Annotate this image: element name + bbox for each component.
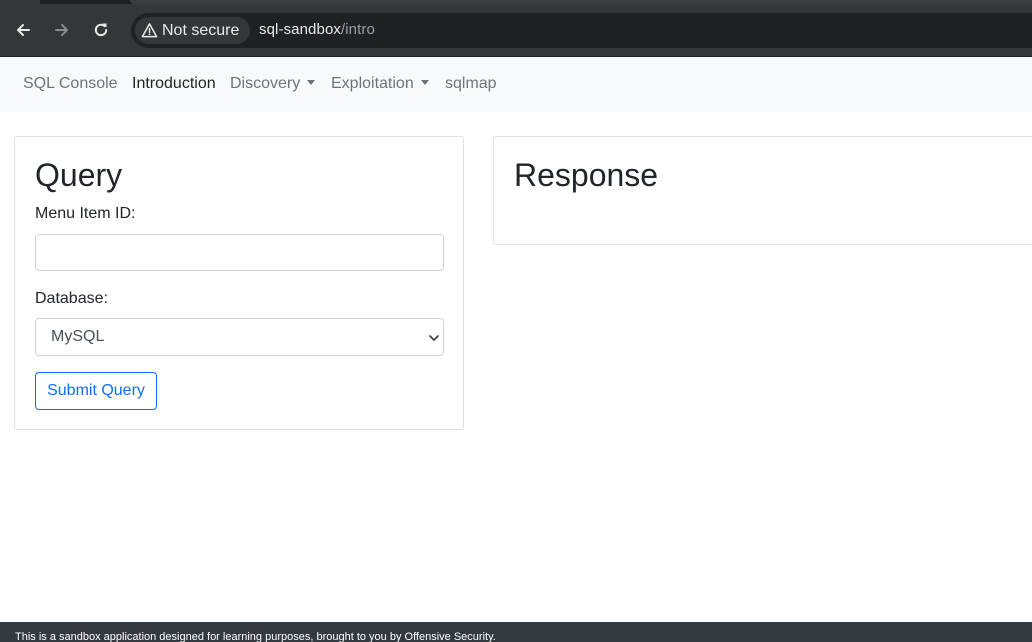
browser-toolbar: Not secure sql-sandbox/intro [0, 0, 1032, 57]
database-selected-value: MySQL [51, 328, 105, 345]
reload-button[interactable] [87, 16, 115, 44]
database-select[interactable]: MySQL [35, 318, 444, 356]
nav-item-label: Exploitation [331, 75, 414, 92]
url-text[interactable]: sql-sandbox/intro [259, 21, 375, 38]
query-card: Query Menu Item ID: Database: MySQL Subm… [14, 136, 464, 430]
forward-arrow-icon [55, 24, 68, 36]
security-status-label: Not secure [162, 21, 240, 39]
nav-item-sqlmap[interactable]: sqlmap [445, 75, 497, 93]
forward-button[interactable] [48, 16, 76, 44]
dropdown-caret-icon [420, 80, 429, 85]
chevron-down-icon [429, 335, 439, 341]
page-footer: This is a sandbox application designed f… [0, 622, 1032, 642]
nav-item-exploitation[interactable]: Exploitation [331, 75, 429, 93]
nav-item-label: Discovery [230, 75, 301, 92]
response-title: Response [514, 157, 659, 193]
warning-triangle-icon [141, 23, 158, 38]
active-tab[interactable] [0, 0, 40, 4]
footer-text: This is a sandbox application designed f… [15, 631, 496, 642]
nav-item-discovery[interactable]: Discovery [230, 75, 316, 93]
url-path: /intro [340, 21, 375, 38]
back-arrow-icon [17, 24, 30, 36]
back-button[interactable] [9, 16, 37, 44]
dropdown-caret-icon [307, 80, 316, 85]
site-info-chip[interactable]: Not secure [135, 17, 250, 44]
database-label: Database: [35, 290, 108, 307]
menu-item-id-label: Menu Item ID: [35, 205, 136, 222]
app-navbar: SQL Console Introduction Discovery Explo… [0, 57, 1032, 112]
query-title: Query [35, 157, 123, 193]
submit-query-button[interactable]: Submit Query [35, 372, 157, 410]
navbar-brand[interactable]: SQL Console [23, 75, 118, 93]
menu-item-id-input[interactable] [35, 234, 444, 271]
nav-item-introduction[interactable]: Introduction [132, 75, 216, 93]
tab-strip-edge [130, 0, 1032, 4]
response-card: Response [493, 136, 1032, 245]
reload-icon [94, 23, 108, 37]
tab-strip [0, 0, 1032, 4]
url-host: sql-sandbox [259, 21, 341, 38]
